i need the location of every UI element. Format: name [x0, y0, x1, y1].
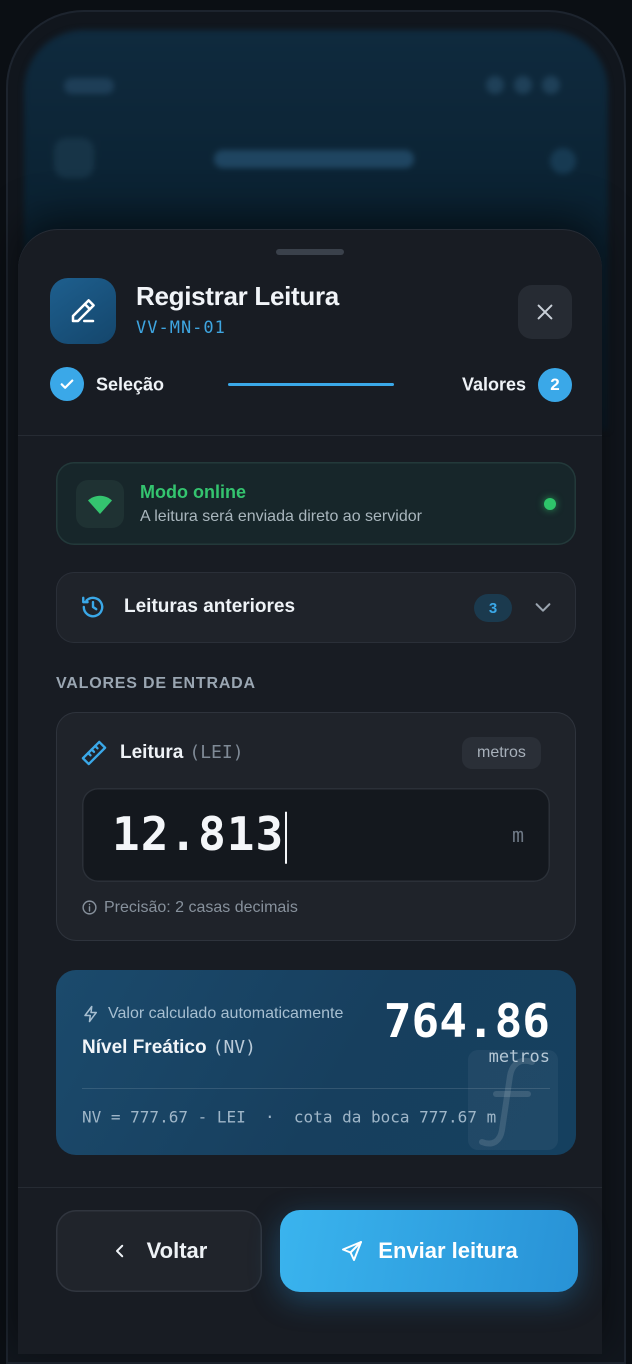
water-level-value: 764.86 [383, 994, 550, 1048]
sheet-title: Registrar Leitura [136, 281, 339, 311]
previous-readings-count: 3 [474, 594, 512, 622]
sheet-grabber[interactable] [276, 249, 344, 255]
step-values-label: Valores [462, 374, 527, 395]
step-complete-check-icon [50, 367, 84, 401]
header-divider [18, 435, 602, 436]
reading-value-text: 12.813 [112, 807, 288, 864]
online-indicator-dot [544, 498, 556, 510]
well-code: VV-MN-01 [136, 318, 226, 338]
step-selection-label[interactable]: Seleção [96, 375, 164, 396]
reading-unit-suffix: m [511, 823, 524, 847]
reading-input-card: Leitura (LEI) metros 12.813 m Precisão: 2… [56, 712, 576, 941]
input-values-section-title: VALORES DE ENTRADA [56, 675, 256, 692]
precision-hint: Precisão: 2 casas decimais [104, 899, 298, 916]
ruler-icon [81, 740, 107, 766]
reading-value-input[interactable]: 12.813 m [82, 788, 550, 882]
send-button-label: Enviar leitura [378, 1238, 518, 1263]
send-icon [342, 1241, 363, 1261]
back-button[interactable]: Voltar [56, 1210, 262, 1292]
send-reading-button[interactable]: Enviar leitura [280, 1210, 578, 1292]
close-button[interactable] [518, 285, 572, 339]
reading-label: Leitura (LEI) [120, 742, 244, 763]
water-level-label: Nível Freático (NV) [82, 1037, 256, 1058]
back-button-label: Voltar [146, 1238, 208, 1263]
wifi-icon [76, 480, 124, 528]
footer-divider [18, 1187, 602, 1188]
auto-calculated-caption: Valor calculado automaticamente [108, 1005, 344, 1022]
previous-readings-accordion[interactable]: Leituras anteriores 3 [56, 572, 576, 643]
bottom-sheet: Registrar Leitura VV-MN-01 Seleção Valor… [18, 229, 602, 1354]
step-progress-line [228, 383, 394, 386]
lightning-icon [84, 1005, 97, 1023]
online-status-title: Modo online [140, 482, 246, 502]
calculated-value-card: Valor calculado automaticamente Nível Fr… [56, 970, 576, 1155]
previous-readings-label: Leituras anteriores [124, 596, 296, 617]
history-icon [82, 596, 104, 618]
formula-text: NV = 777.67 - LEI · cota da boca 777.67 … [82, 1107, 497, 1127]
reading-code: (LEI) [189, 742, 244, 763]
chevron-down-icon [535, 603, 551, 612]
step-values-number: 2 [538, 368, 572, 402]
water-level-unit: metros [488, 1047, 550, 1067]
calc-divider [82, 1088, 550, 1089]
water-level-code: (NV) [212, 1037, 256, 1058]
online-status-card: Modo online A leitura será enviada diret… [56, 462, 576, 545]
unit-chip: metros [462, 737, 541, 769]
info-icon [82, 900, 97, 915]
pencil-icon [50, 278, 116, 344]
online-status-subtitle: A leitura será enviada direto ao servido… [140, 508, 422, 525]
close-icon [537, 304, 553, 320]
text-caret [285, 811, 288, 864]
chevron-left-icon [115, 1244, 123, 1258]
